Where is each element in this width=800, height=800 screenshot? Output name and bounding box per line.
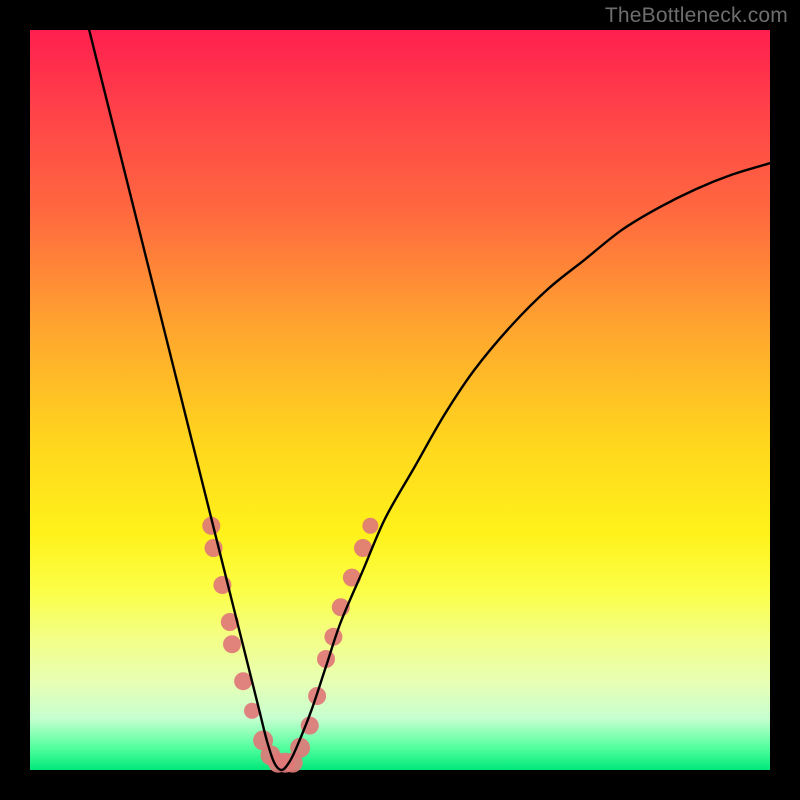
chart-svg	[30, 30, 770, 770]
plot-area	[30, 30, 770, 770]
marker-layer	[202, 517, 378, 773]
watermark-text: TheBottleneck.com	[605, 4, 788, 28]
bottleneck-curve	[89, 30, 770, 770]
chart-frame: TheBottleneck.com	[0, 0, 800, 800]
curve-marker	[223, 635, 241, 653]
curve-marker	[362, 518, 378, 534]
